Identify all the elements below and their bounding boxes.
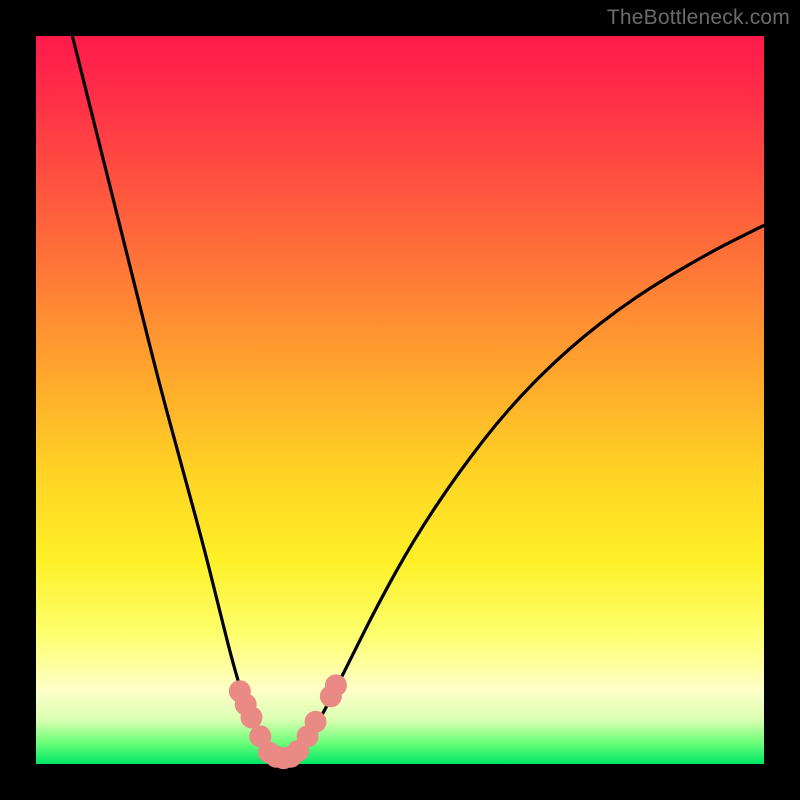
data-markers: [229, 674, 347, 769]
data-marker: [305, 711, 327, 733]
plot-area: [36, 36, 764, 764]
data-marker: [240, 706, 262, 728]
data-marker: [325, 674, 347, 696]
chart-frame: TheBottleneck.com: [0, 0, 800, 800]
chart-svg: [36, 36, 764, 764]
right-curve: [291, 225, 764, 760]
left-curve: [72, 36, 276, 760]
watermark-text: TheBottleneck.com: [607, 6, 790, 30]
